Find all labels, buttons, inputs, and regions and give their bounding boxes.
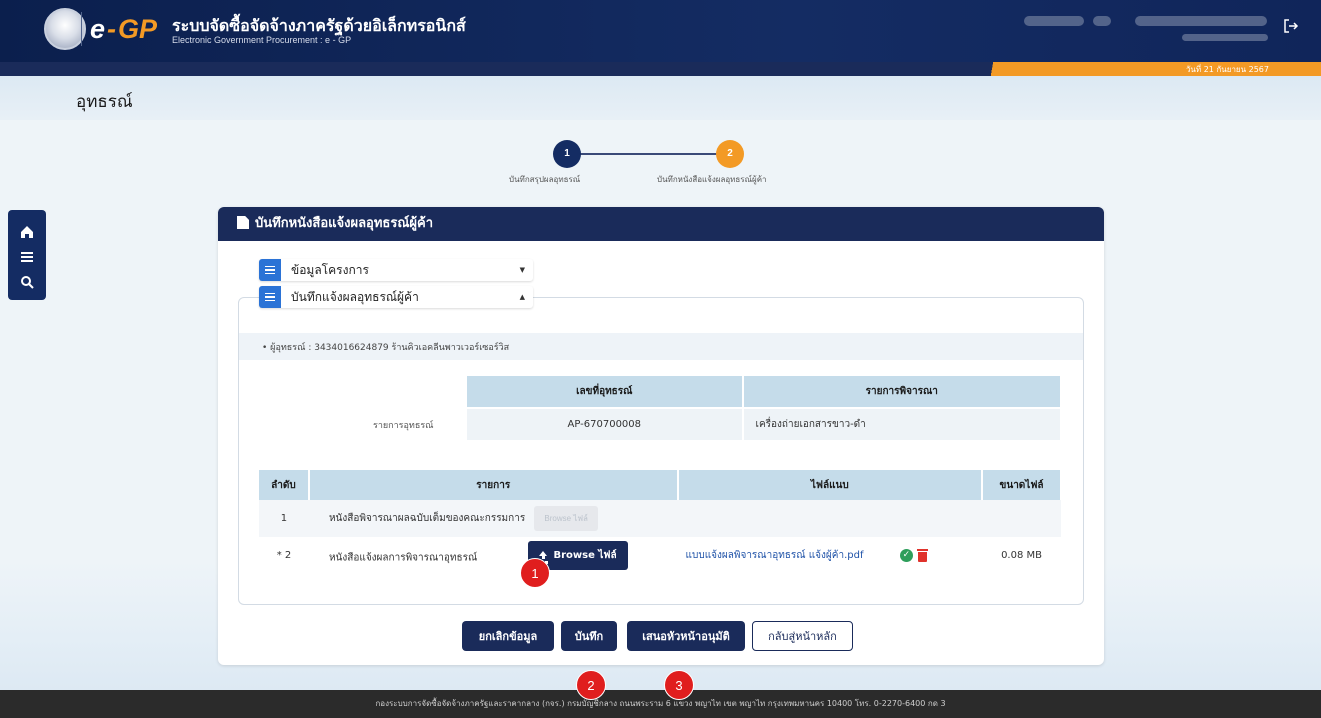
- accordion-vendor-result[interactable]: บันทึกแจ้งผลอุทธรณ์ผู้ค้า ▲: [259, 286, 533, 308]
- document-icon: [237, 216, 249, 229]
- column-header: เลขที่อุทธรณ์: [467, 376, 744, 408]
- row-item: หนังสือพิจารณาผลฉบับเต็มของคณะกรรมการ: [328, 513, 526, 524]
- row-number: 1: [259, 500, 309, 537]
- user-name-redacted: [1135, 16, 1267, 26]
- home-icon[interactable]: [19, 224, 35, 240]
- row-item-cell: หนังสือแจ้งผลการพิจารณาอุทธรณ์ Browse ไฟ…: [309, 537, 678, 574]
- title-band: [0, 76, 1321, 120]
- current-date: วันที่ 21 กันยายน 2567: [1185, 65, 1269, 74]
- save-button[interactable]: บันทึก: [561, 621, 617, 651]
- logo-divider: [81, 12, 82, 46]
- table-row: 1 หนังสือพิจารณาผลฉบับเต็มของคณะกรรมการ …: [259, 500, 1061, 537]
- column-header: รายการ: [308, 470, 679, 500]
- user-id-redacted: [1024, 16, 1084, 26]
- logo-dash: -: [107, 13, 117, 44]
- row-file-cell: แบบแจ้งผลพิจารณาอุทธรณ์ แจ้งผู้ค้า.pdf ✓: [678, 537, 983, 574]
- side-toolbar: [8, 210, 46, 300]
- row-size: [982, 500, 1061, 537]
- column-header: ลำดับ: [259, 470, 310, 500]
- check-circle-icon: ✓: [899, 548, 913, 562]
- submit-to-supervisor-button[interactable]: เสนอหัวหน้าอนุมัติ: [627, 621, 745, 651]
- card-header: บันทึกหนังสือแจ้งผลอุทธรณ์ผู้ค้า: [218, 207, 1104, 241]
- appeal-number: AP-670700008: [467, 407, 744, 440]
- row-item-cell: หนังสือพิจารณาผลฉบับเต็มของคณะกรรมการ Br…: [308, 500, 678, 537]
- back-to-main-button[interactable]: กลับสู่หน้าหลัก: [752, 621, 853, 651]
- column-header: ไฟล์แนบ: [677, 470, 984, 500]
- browse-file-label: Browse ไฟล์: [553, 550, 617, 561]
- annotation-badge-3: 3: [664, 670, 694, 700]
- column-header: ขนาดไฟล์: [982, 470, 1062, 500]
- appellant-info: • ผู้อุทธรณ์ : 3434016624879 ร้านคิวเอคล…: [262, 343, 510, 353]
- attachment-table: ลำดับ รายการ ไฟล์แนบ ขนาดไฟล์ 1 หนังสือพ…: [259, 470, 1062, 574]
- row-file: [677, 500, 983, 537]
- attached-file-link[interactable]: แบบแจ้งผลพิจารณาอุทธรณ์ แจ้งผู้ค้า.pdf: [686, 550, 864, 561]
- appeal-table: เลขที่อุทธรณ์ รายการพิจารณา AP-670700008…: [467, 376, 1063, 440]
- search-icon[interactable]: [19, 274, 35, 290]
- list-icon: [259, 286, 281, 308]
- accordion-label: ข้อมูลโครงการ: [291, 262, 369, 277]
- cancel-data-button[interactable]: ยกเลิกข้อมูล: [462, 621, 554, 651]
- table-header-row: ลำดับ รายการ ไฟล์แนบ ขนาดไฟล์: [259, 470, 1062, 500]
- step-1-circle[interactable]: 1: [553, 140, 581, 168]
- annotation-badge-1: 1: [520, 558, 550, 588]
- government-seal-logo: [44, 8, 86, 50]
- browse-button-disabled: Browse ไฟล์: [534, 506, 598, 531]
- row-item: หนังสือแจ้งผลการพิจารณาอุทธรณ์: [328, 552, 478, 564]
- row-size: 0.08 MB: [1001, 550, 1042, 561]
- chevron-down-icon: ▼: [519, 266, 525, 274]
- stepper-line: [567, 153, 730, 155]
- step-2-circle[interactable]: 2: [716, 140, 744, 168]
- date-strip: [981, 62, 1321, 76]
- column-header: รายการพิจารณา: [742, 376, 1063, 408]
- list-icon: [259, 259, 281, 281]
- user-org-redacted: [1093, 16, 1111, 26]
- user-role-redacted: [1182, 34, 1268, 41]
- step-1-label: บันทึกสรุปผลอุทธรณ์: [509, 175, 581, 184]
- logout-icon[interactable]: [1283, 18, 1299, 34]
- trash-icon[interactable]: [916, 548, 928, 562]
- app-subtitle: Electronic Government Procurement : e - …: [172, 35, 352, 45]
- step-2-label: บันทึกหนังสือแจ้งผลอุทธรณ์ผู้ค้า: [657, 175, 767, 184]
- footer: กองระบบการจัดซื้อจัดจ้างภาครัฐและราคากลา…: [0, 690, 1321, 718]
- card-title: บันทึกหนังสือแจ้งผลอุทธรณ์ผู้ค้า: [255, 216, 434, 231]
- table-header-row: เลขที่อุทธรณ์ รายการพิจารณา: [467, 376, 1063, 408]
- appeal-list-label: รายการอุทธรณ์: [373, 421, 434, 431]
- egp-logo[interactable]: e - GP: [90, 14, 157, 44]
- app-header: e - GP ระบบจัดซื้อจัดจ้างภาครัฐด้วยอิเล็…: [0, 0, 1321, 62]
- accordion-label: บันทึกแจ้งผลอุทธรณ์ผู้ค้า: [291, 289, 419, 304]
- page-title: อุทธรณ์: [76, 92, 133, 112]
- logo-gp: GP: [118, 13, 158, 44]
- accordion-project-info[interactable]: ข้อมูลโครงการ ▼: [259, 259, 533, 281]
- appeal-item: เครื่องถ่ายเอกสารขาว-ดำ: [742, 407, 1063, 440]
- annotation-badge-2: 2: [576, 670, 606, 700]
- row-number: * 2: [276, 550, 292, 561]
- chevron-up-icon: ▲: [519, 293, 525, 301]
- logo-e: e: [90, 13, 106, 44]
- menu-icon[interactable]: [19, 249, 35, 265]
- table-row: AP-670700008 เครื่องถ่ายเอกสารขาว-ดำ: [467, 407, 1063, 440]
- table-row: * 2 หนังสือแจ้งผลการพิจารณาอุทธรณ์ Brows…: [259, 537, 1061, 574]
